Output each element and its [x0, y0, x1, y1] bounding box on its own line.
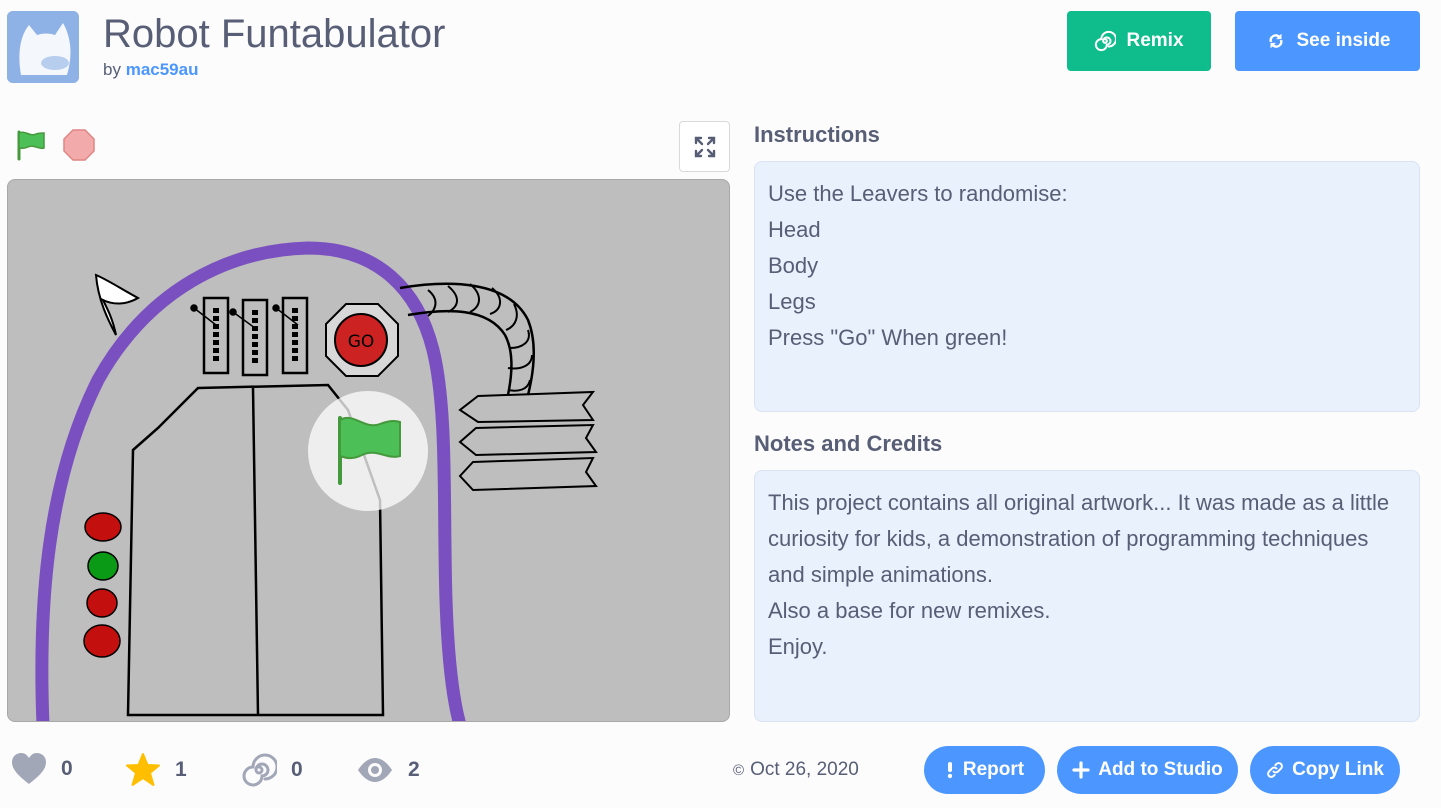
copyright-symbol: ©: [733, 761, 745, 779]
love-stat[interactable]: 0: [11, 752, 81, 786]
byline-prefix: by: [103, 60, 121, 79]
copy-link-label: Copy Link: [1292, 759, 1384, 780]
star-icon: [126, 753, 160, 786]
notes-heading: Notes and Credits: [754, 431, 943, 456]
favorite-count: 1: [175, 758, 187, 781]
views-count: 2: [408, 758, 420, 781]
remix-spiral-icon: [242, 753, 277, 787]
stop-button[interactable]: [62, 128, 96, 162]
report-label: Report: [962, 759, 1025, 780]
green-flag-icon: [17, 130, 45, 161]
views-stat: 2: [356, 752, 428, 788]
see-inside-label: See inside: [1296, 30, 1391, 51]
remix-stat: 0: [241, 752, 311, 788]
date-text: Oct 26, 2020: [750, 759, 859, 780]
byline: by mac59au: [103, 60, 198, 80]
plus-icon: [1072, 761, 1090, 779]
instructions-box: Use the Leavers to randomise: Head Body …: [754, 161, 1420, 412]
copy-link-button[interactable]: Copy Link: [1250, 746, 1400, 794]
remix-button[interactable]: Remix: [1067, 11, 1211, 71]
instructions-heading: Instructions: [754, 122, 880, 147]
shared-date: © Oct 26, 2020: [733, 759, 859, 781]
remix-label: Remix: [1126, 30, 1184, 51]
start-overlay[interactable]: [308, 391, 428, 511]
favorite-stat[interactable]: 1: [125, 752, 195, 788]
arrow-panels: [458, 390, 598, 492]
add-to-studio-button[interactable]: Add to Studio: [1057, 746, 1238, 794]
see-inside-arrows-icon: [1268, 33, 1283, 49]
stage-canvas: GO: [35, 241, 598, 721]
exclamation-icon: [947, 762, 953, 779]
love-count: 0: [61, 757, 73, 780]
robot-lights: [83, 512, 122, 658]
see-inside-button[interactable]: See inside: [1235, 11, 1420, 71]
green-flag-button[interactable]: [14, 128, 48, 162]
link-icon: [1267, 762, 1283, 778]
cat-avatar-icon: [7, 11, 79, 83]
report-button[interactable]: Report: [924, 746, 1045, 794]
remix-count: 0: [291, 758, 303, 781]
robot-pipe: [399, 282, 536, 396]
project-title: Robot Funtabulator: [103, 12, 446, 56]
fullscreen-button[interactable]: [679, 121, 730, 172]
go-label: GO: [348, 332, 375, 352]
heart-icon: [12, 753, 46, 784]
author-avatar[interactable]: [7, 11, 79, 83]
eye-icon: [358, 758, 392, 782]
author-link[interactable]: mac59au: [126, 60, 199, 79]
fullscreen-icon: [694, 136, 715, 157]
stop-sign-icon: [63, 129, 95, 161]
go-button-art: GO: [325, 303, 399, 377]
project-stage[interactable]: GO: [7, 179, 730, 722]
add-to-studio-label: Add to Studio: [1098, 759, 1223, 780]
remix-spiral-icon: [1095, 30, 1117, 52]
notes-box: This project contains all original artwo…: [754, 470, 1420, 722]
